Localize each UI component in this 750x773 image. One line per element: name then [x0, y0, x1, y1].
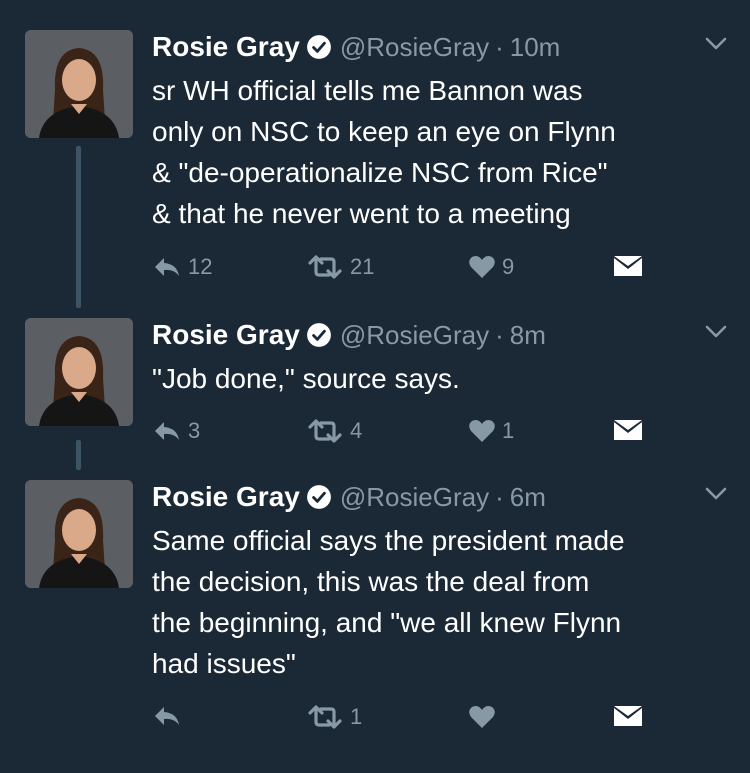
reply-count: 12: [188, 254, 213, 279]
reply-button[interactable]: 12: [152, 254, 212, 280]
tweet-text: "Job done," source says.: [152, 363, 460, 394]
tweet-text: Same official says the president made th…: [152, 525, 625, 679]
reply-icon: [155, 422, 179, 440]
tweet[interactable]: Rosie Gray @RosieGray · 6m Same official…: [0, 480, 750, 740]
retweet-icon: [308, 705, 342, 729]
tweet-header: Rosie Gray @RosieGray · 6m: [152, 480, 546, 514]
avatar[interactable]: [25, 30, 133, 138]
direct-message-button[interactable]: [612, 254, 644, 280]
avatar[interactable]: [25, 318, 133, 426]
verified-badge-icon: [306, 322, 332, 348]
envelope-icon: [614, 706, 642, 726]
separator: ·: [495, 319, 504, 350]
retweet-button[interactable]: 4: [306, 418, 362, 444]
like-count: 1: [502, 418, 515, 443]
tweet[interactable]: Rosie Gray @RosieGray · 8m "Job done," s…: [0, 318, 750, 448]
separator: ·: [495, 481, 504, 512]
timestamp[interactable]: 6m: [510, 482, 546, 513]
retweet-button[interactable]: 1: [306, 704, 362, 730]
timestamp[interactable]: 8m: [510, 320, 546, 351]
retweet-count: 21: [350, 254, 375, 279]
chevron-down-icon[interactable]: [704, 486, 728, 507]
chevron-down-icon[interactable]: [704, 324, 728, 345]
retweet-count: 4: [350, 418, 363, 443]
like-button[interactable]: 1: [468, 418, 514, 444]
direct-message-button[interactable]: [612, 418, 644, 444]
user-handle[interactable]: @RosieGray: [340, 32, 489, 63]
reply-button[interactable]: 3: [152, 418, 200, 444]
reply-count: 3: [188, 418, 201, 443]
tweet[interactable]: Rosie Gray @RosieGray · 10m sr WH offici…: [0, 30, 750, 300]
retweet-icon: [308, 419, 342, 443]
verified-badge-icon: [306, 34, 332, 60]
separator: ·: [495, 31, 504, 62]
tweet-text: sr WH official tells me Bannon was only …: [152, 75, 616, 229]
display-name[interactable]: Rosie Gray: [152, 481, 300, 513]
like-count: 9: [502, 254, 515, 279]
tweet-header: Rosie Gray @RosieGray · 10m: [152, 30, 560, 64]
avatar[interactable]: [25, 480, 133, 588]
user-handle[interactable]: @RosieGray: [340, 482, 489, 513]
envelope-icon: [614, 420, 642, 440]
display-name[interactable]: Rosie Gray: [152, 319, 300, 351]
reply-button[interactable]: [152, 704, 188, 728]
chevron-down-icon[interactable]: [704, 36, 728, 57]
like-button[interactable]: [468, 704, 502, 730]
heart-icon: [469, 706, 495, 728]
envelope-icon: [614, 256, 642, 276]
like-button[interactable]: 9: [468, 254, 514, 280]
user-handle[interactable]: @RosieGray: [340, 320, 489, 351]
tweet-header: Rosie Gray @RosieGray · 8m: [152, 318, 546, 352]
direct-message-button[interactable]: [612, 704, 644, 730]
display-name[interactable]: Rosie Gray: [152, 31, 300, 63]
verified-badge-icon: [306, 484, 332, 510]
heart-icon: [469, 420, 495, 442]
heart-icon: [469, 256, 495, 278]
reply-icon: [155, 258, 179, 276]
retweet-count: 1: [350, 704, 363, 729]
retweet-icon: [308, 255, 342, 279]
timestamp[interactable]: 10m: [510, 32, 561, 63]
retweet-button[interactable]: 21: [306, 254, 374, 280]
reply-icon: [155, 707, 179, 725]
